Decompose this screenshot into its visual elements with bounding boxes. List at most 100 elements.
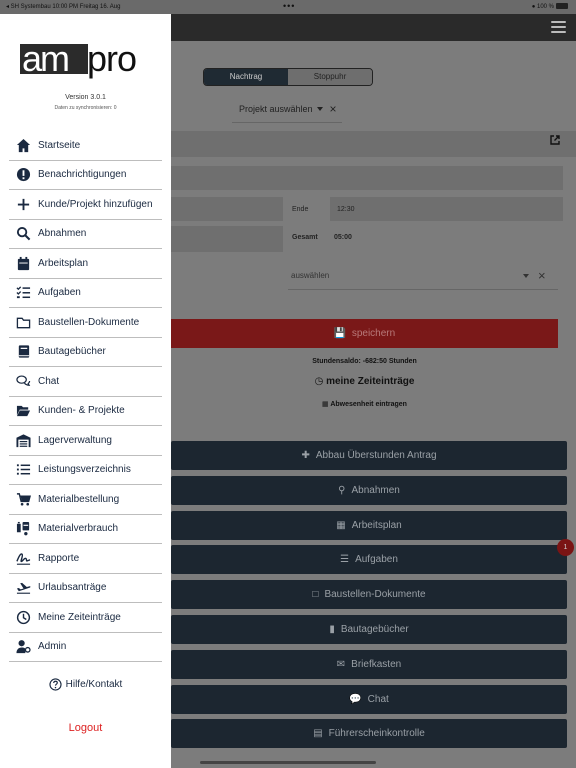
battery-icon [556,3,568,9]
main-button-abnahmen[interactable]: ⚲ Abnahmen [171,475,567,505]
description-field[interactable] [171,166,563,190]
main-button-baustellen-dokumente[interactable]: □ Baustellen-Dokumente [171,580,567,610]
status-bar: ◂ SH Systembau 10:00 PM Freitag 16. Aug … [0,0,576,14]
list-icon [15,462,31,478]
plus-icon [15,196,31,212]
stundensaldo: Stundensaldo: -682:50 Stunden [312,358,417,365]
ampro-logo: am pro [20,40,137,79]
wifi-icon: ● [531,4,536,10]
main-button-bautagebuecher[interactable]: ▮ Bautagebücher [171,614,567,644]
book-icon: ▮ [329,623,335,635]
project-info-panel [171,131,576,157]
logout-button[interactable]: Logout [0,722,171,734]
my-time-entries-link[interactable]: ◷ meine Zeiteinträge [171,376,558,387]
folder-icon: □ [312,589,319,601]
absence-link[interactable]: ▦ Abwesenheit eintragen [171,400,558,408]
pause-field[interactable] [171,226,283,252]
activity-select[interactable]: auswählen [291,271,329,280]
menu-item-baustellen-dokumente[interactable]: Baustellen-Dokumente [9,308,162,338]
select-underline [288,289,558,290]
main-button-fuehrerscheinkontrolle[interactable]: ▤ Führerscheinkontrolle [171,719,567,749]
menu-item-leistungsverzeichnis[interactable]: Leistungsverzeichnis [9,456,162,485]
battery-level: 100 % [536,4,554,10]
absence-label: Abwesenheit eintragen [330,401,407,408]
main-button-aufgaben[interactable]: ☰ Aufgaben [171,545,567,575]
mail-icon: ✉ [336,658,346,670]
menu-item-bautagebuecher[interactable]: Bautagebücher [9,338,162,367]
main-button-arbeitsplan[interactable]: ▦ Arbeitsplan [171,510,567,540]
menu-item-meine-zeiteintraege[interactable]: Meine Zeiteinträge [9,603,162,633]
main-button-list: ✚ Abbau Überstunden Antrag ⚲ Abnahmen ▦ Arb… [171,441,567,754]
menu-item-rapporte[interactable]: Rapporte [9,544,162,574]
drawer-menu: Startseite Benachrichtigungen Kunde/Proj… [9,131,162,662]
menu-item-kunde-projekt-hinzufuegen[interactable]: Kunde/Projekt hinzufügen [9,190,162,220]
dolly-icon [15,521,31,537]
help-contact-link[interactable]: Hilfe/Kontakt [0,678,171,691]
clear-icon[interactable]: × [330,102,337,116]
clear-icon[interactable]: × [538,268,546,283]
chat-icon: 💬 [349,693,362,705]
cart-icon [15,491,31,507]
chevron-down-icon [316,107,323,111]
menu-item-chat[interactable]: Chat [9,367,162,397]
tasks-icon [15,285,31,301]
book-icon [15,344,31,360]
document-icon: ▤ [313,728,323,740]
plane-icon [15,580,31,596]
home-icon [15,137,31,153]
gesamt-value: 05:00 [334,234,352,241]
menu-item-kunden-projekte[interactable]: Kunden- & Projekte [9,397,162,426]
sync-status: Daten zu synchronisieren: 0 [54,105,117,111]
save-label: speichern [351,328,396,339]
folder-open-icon [15,403,31,419]
menu-item-arbeitsplan[interactable]: Arbeitsplan [9,249,162,279]
main-button-abbau-ueberstunden[interactable]: ✚ Abbau Überstunden Antrag [171,441,567,470]
start-field[interactable] [171,197,283,221]
menu-item-materialverbrauch[interactable]: Materialverbrauch [9,515,162,544]
segment-nachtrag[interactable]: Nachtrag [204,69,288,85]
menu-item-admin[interactable]: Admin [9,633,162,662]
external-link-icon[interactable] [550,135,560,145]
folder-icon [15,314,31,330]
gesamt-label: Gesamt [292,234,318,241]
signature-icon [15,550,31,566]
tasks-icon: ☰ [340,554,350,566]
chevron-down-icon [523,274,529,278]
status-left: ◂ SH Systembau 10:00 PM Freitag 16. Aug [6,4,121,10]
clock-icon: ◷ [314,376,324,387]
calendar-icon [15,255,31,271]
status-center: ••• [283,1,296,11]
menu-item-benachrichtigungen[interactable]: Benachrichtigungen [9,161,162,190]
search-icon: ⚲ [338,484,346,496]
alert-icon [15,167,31,183]
ende-value: 12:30 [337,206,355,213]
save-button[interactable]: 💾 speichern [171,319,558,348]
divider [232,122,342,123]
question-icon [49,678,62,691]
segment-stoppuhr[interactable]: Stoppuhr [288,69,372,85]
svg-text:am: am [22,40,68,79]
menu-item-materialbestellung[interactable]: Materialbestellung [9,485,162,515]
hamburger-icon[interactable] [551,21,566,33]
menu-item-lagerverwaltung[interactable]: Lagerverwaltung [9,426,162,456]
calendar-x-icon: ▦ [322,401,329,408]
search-icon [15,226,31,242]
menu-item-urlaubsantraege[interactable]: Urlaubsanträge [9,574,162,603]
menu-item-startseite[interactable]: Startseite [9,131,162,161]
main-button-chat[interactable]: 💬 Chat [171,684,567,714]
warehouse-icon [15,432,31,448]
project-select[interactable]: Projekt auswählen × [239,102,337,116]
project-select-label: Projekt auswählen [239,104,313,114]
save-icon: 💾 [333,328,347,339]
clock-icon [15,609,31,625]
user-gear-icon [15,639,31,655]
status-right: ● 100 % [532,3,568,10]
menu-item-aufgaben[interactable]: Aufgaben [9,279,162,308]
medkit-icon: ✚ [301,450,310,461]
help-contact-label: Hilfe/Kontakt [65,679,123,690]
main-button-briefkasten[interactable]: ✉ Briefkasten [171,649,567,679]
menu-item-abnahmen[interactable]: Abnahmen [9,220,162,249]
app-version: Version 3.0.1 [65,94,106,101]
ende-field[interactable] [330,197,563,221]
home-indicator [200,761,376,764]
